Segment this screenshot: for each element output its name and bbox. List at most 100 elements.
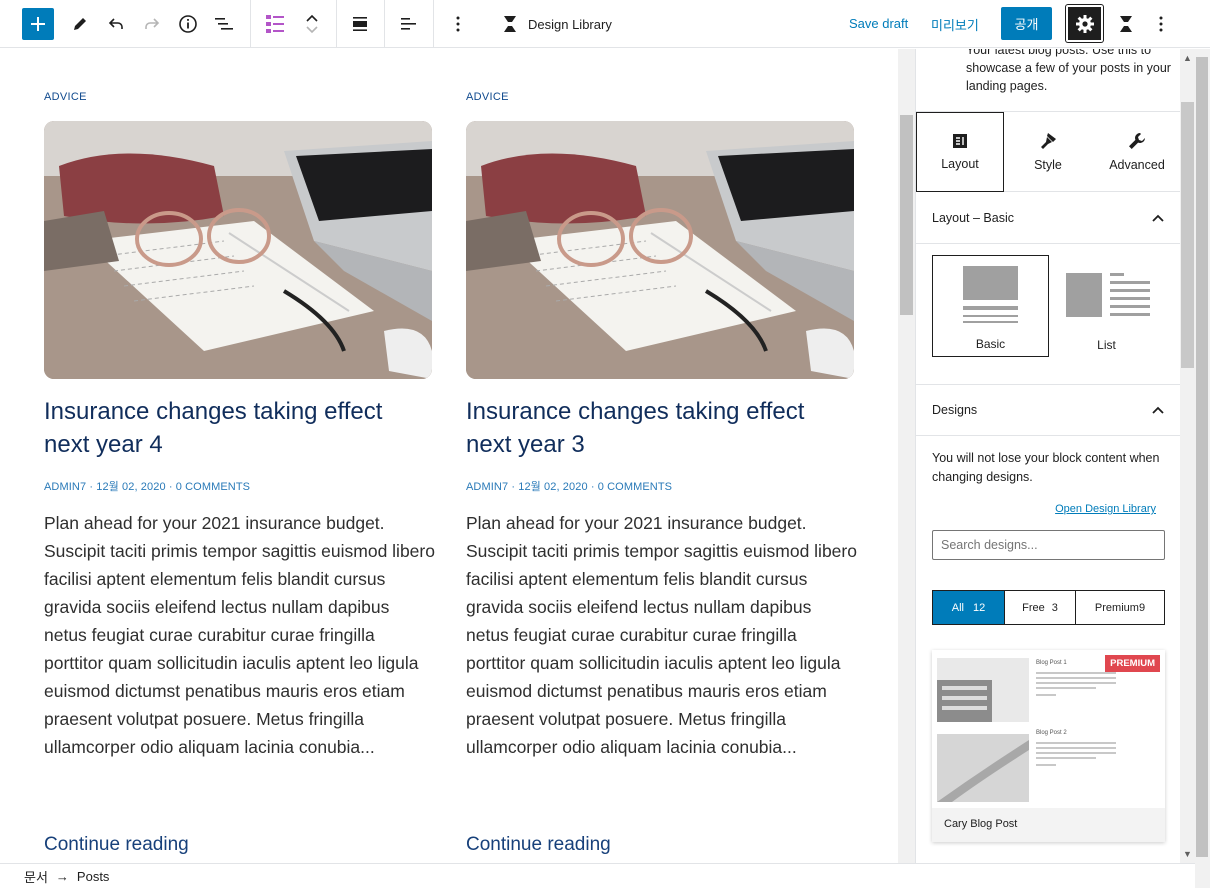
premium-badge: PREMIUM (1105, 655, 1160, 672)
tab-label: Layout (941, 157, 979, 171)
pencil-icon (74, 18, 86, 30)
plus-icon (31, 17, 45, 31)
stackable-logo-icon (504, 16, 516, 32)
toolbar-separator (433, 0, 434, 48)
add-block-button[interactable] (22, 8, 54, 40)
undo-button[interactable] (100, 8, 132, 40)
post-category[interactable]: ADVICE (44, 91, 87, 103)
continue-reading-link[interactable]: Continue reading (44, 834, 189, 856)
toolbar-separator (384, 0, 385, 48)
info-icon (179, 15, 197, 33)
inspector-tabs: Layout Style Advanced (916, 111, 1180, 192)
post-meta: ADMIN7 · 12월 02, 2020 · 0 COMMENTS (466, 481, 673, 493)
wrench-icon (1129, 133, 1145, 149)
breadcrumb-separator: → (55, 868, 69, 884)
block-type-button[interactable] (259, 8, 291, 40)
settings-button[interactable] (1066, 5, 1103, 42)
layout-option-list[interactable]: List (1048, 255, 1165, 357)
list-layout-icon (1066, 273, 1150, 317)
design-library-button[interactable]: Design Library (500, 13, 612, 35)
block-options-button[interactable] (442, 8, 474, 40)
more-vertical-icon (1159, 16, 1163, 32)
redo-button[interactable] (136, 8, 168, 40)
open-design-library-link[interactable]: Open Design Library (1055, 503, 1156, 515)
align-button[interactable] (344, 8, 376, 40)
tools-button[interactable] (64, 8, 96, 40)
chevron-up-icon (1152, 406, 1164, 414)
window-scrollbar[interactable] (1195, 49, 1210, 888)
toolbar-separator (336, 0, 337, 48)
layout-option-label: Basic (975, 337, 1006, 351)
design-library-label: Design Library (528, 16, 612, 32)
panel-title: Designs (932, 403, 978, 417)
scrollbar-thumb[interactable] (1196, 57, 1208, 857)
filter-count: 3 (1051, 601, 1058, 614)
panel-title: Layout – Basic (932, 211, 1014, 225)
text-align-button[interactable] (392, 8, 424, 40)
save-draft-button[interactable]: Save draft (849, 16, 908, 31)
continue-reading-link[interactable]: Continue reading (466, 834, 611, 856)
scroll-up-arrow-icon[interactable]: ▲ (1183, 53, 1192, 63)
scroll-down-arrow-icon[interactable]: ▼ (1183, 849, 1192, 859)
sidebar-scrollbar[interactable]: ▲ ▼ (1180, 49, 1195, 863)
scrollbar-thumb[interactable] (1181, 102, 1194, 368)
post-featured-image[interactable] (44, 121, 432, 379)
post-title[interactable]: Insurance changes taking effect next yea… (44, 395, 432, 461)
undo-icon (108, 18, 123, 29)
filter-label: Free (1022, 601, 1045, 614)
scrollbar-thumb[interactable] (900, 115, 913, 315)
post-excerpt: Plan ahead for your 2021 insurance budge… (466, 513, 857, 757)
list-view-icon (215, 18, 233, 30)
stackable-settings-button[interactable] (1110, 8, 1142, 40)
filter-premium[interactable]: Premium 9 (1076, 591, 1164, 624)
designs-panel-header[interactable]: Designs (916, 384, 1180, 436)
tab-label: Advanced (1109, 158, 1165, 172)
mini-post-title: Blog Post 1 (1036, 660, 1067, 666)
design-card-name: Cary Blog Post (932, 808, 1165, 842)
filter-label: Premium (1094, 601, 1139, 614)
breadcrumb-root[interactable]: 문서 (24, 867, 48, 886)
design-filter-tabs: All 12 Free 3 Premium 9 (932, 590, 1165, 625)
basic-layout-icon (963, 266, 1018, 323)
post-meta: ADMIN7 · 12월 02, 2020 · 0 COMMENTS (44, 481, 251, 493)
settings-sidebar: Your latest blog posts. Use this to show… (915, 49, 1180, 863)
filter-count: 12 (972, 601, 986, 614)
post-title[interactable]: Insurance changes taking effect next yea… (466, 395, 854, 461)
details-button[interactable] (172, 8, 204, 40)
post-category[interactable]: ADVICE (466, 91, 509, 103)
chevron-down-icon[interactable] (305, 26, 319, 34)
design-card[interactable]: Blog Post 1 Blog Post 2 PREMIUM Cary Blo… (932, 650, 1165, 842)
tab-advanced[interactable]: Advanced (1093, 112, 1180, 192)
redo-icon (145, 18, 160, 29)
breadcrumb-current[interactable]: Posts (77, 869, 110, 884)
layout-icon (953, 134, 967, 148)
post-excerpt: Plan ahead for your 2021 insurance budge… (44, 513, 435, 757)
brush-icon (1041, 133, 1056, 149)
list-view-button[interactable] (208, 8, 240, 40)
preview-button[interactable]: 미리보기 (931, 15, 979, 34)
chevron-up-icon[interactable] (305, 14, 319, 22)
layout-option-label: List (1097, 338, 1116, 352)
block-description: Your latest blog posts. Use this to show… (966, 49, 1171, 93)
layout-panel-header[interactable]: Layout – Basic (916, 193, 1180, 244)
stackable-logo-icon (1120, 16, 1132, 32)
canvas-scrollbar[interactable] (898, 49, 915, 863)
search-designs-input[interactable] (932, 530, 1165, 560)
design-preview-image: Blog Post 1 Blog Post 2 PREMIUM (932, 650, 1165, 808)
layout-option-basic[interactable]: Basic (932, 255, 1049, 357)
post-featured-image[interactable] (466, 121, 854, 379)
designs-note: You will not lose your block content whe… (932, 451, 1160, 484)
more-vertical-icon (456, 16, 460, 32)
chevron-up-icon (1152, 214, 1164, 222)
options-button[interactable] (1145, 8, 1177, 40)
filter-all[interactable]: All 12 (933, 591, 1005, 624)
publish-button[interactable]: 공개 (1001, 7, 1052, 40)
filter-free[interactable]: Free 3 (1005, 591, 1076, 624)
editor-toolbar: Design Library Save draft 미리보기 공개 (0, 0, 1210, 48)
tab-label: Style (1034, 158, 1062, 172)
filter-label: All (951, 601, 964, 614)
editor-canvas: ADVICE Insurance changes taking effect n… (0, 49, 898, 863)
gear-icon (1075, 14, 1094, 33)
tab-style[interactable]: Style (1004, 112, 1092, 192)
tab-layout[interactable]: Layout (916, 112, 1004, 192)
